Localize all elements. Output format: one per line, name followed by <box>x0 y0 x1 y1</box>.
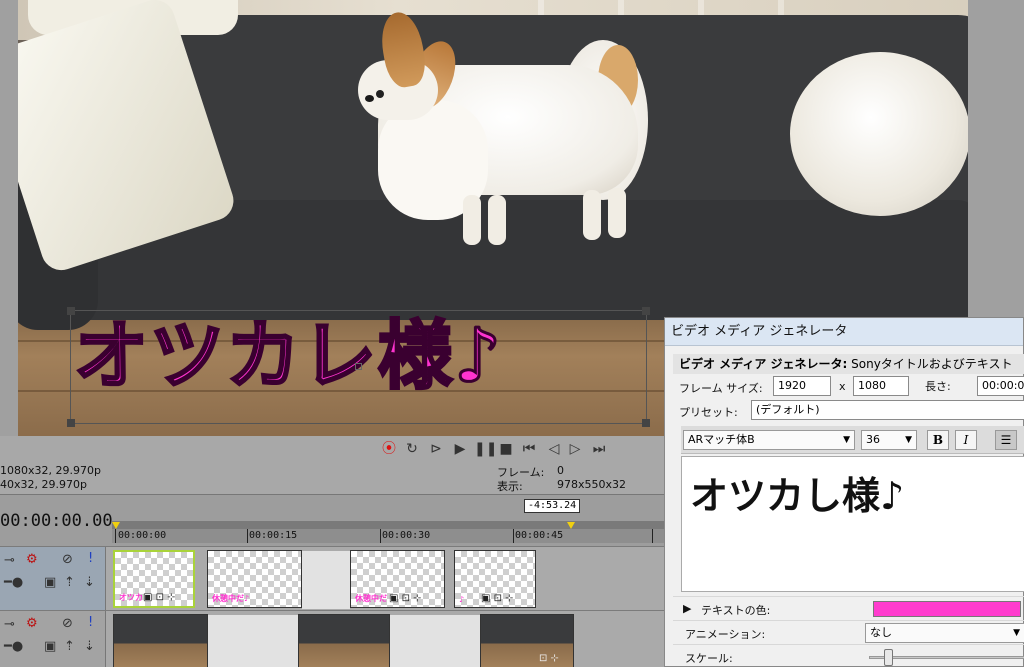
preview-format: 40x32, 29.970p <box>0 478 87 491</box>
solo-icon[interactable]: ! <box>88 615 93 630</box>
video-clip[interactable] <box>298 614 390 667</box>
parent-icon[interactable]: ⇡ <box>64 575 75 590</box>
text-selection-box[interactable] <box>67 307 650 427</box>
preview-info: 1080x32, 29.970p 40x32, 29.970p フレーム: 0 … <box>0 462 664 494</box>
text-format-toolbar: ARマッチ体B ▼ 36 ▼ B I ☰ <box>681 426 1024 454</box>
text-editor[interactable]: オツカし様♪ <box>681 456 1024 592</box>
video-track-1: ⊸ ⚙ ⊘ ! ━● ▣ ⇡ ⇣ オツカ ▣ ⊡ ⊹ 休憩中だ♪ 休憩中だ ▣ … <box>0 546 664 610</box>
clip-label: ♪ <box>459 595 465 604</box>
clip-fx-icons[interactable]: ▣ ⊡ ⊹ <box>481 593 514 604</box>
animation-row[interactable]: アニメーション: なし ▼ <box>673 620 1024 644</box>
preset-dropdown[interactable]: (デフォルト) <box>751 400 1024 420</box>
italic-button[interactable]: I <box>955 430 977 450</box>
stop-button[interactable]: ■ <box>497 440 515 458</box>
clip-label: 休憩中だ <box>355 594 387 603</box>
dialog-title: ビデオ メディア ジェネレータ <box>665 318 1023 346</box>
child-icon[interactable]: ⇣ <box>84 639 95 654</box>
play-from-start-button[interactable]: ⊳ <box>427 440 445 458</box>
text-clip[interactable]: 休憩中だ♪ <box>207 550 302 608</box>
level-slider-icon[interactable]: ━● <box>4 639 23 654</box>
scale-slider-thumb[interactable] <box>884 649 893 666</box>
pillow-round <box>790 52 968 216</box>
video-track-2: ⊸ ⚙ ⊘ ! ━● ▣ ⇡ ⇣ ⊡ ⊹ <box>0 610 664 667</box>
composite-icon[interactable]: ⊸ <box>4 617 15 632</box>
previous-frame-button[interactable]: ◁ <box>545 440 563 458</box>
mute-icon[interactable]: ⊘ <box>62 616 73 631</box>
preset-label: プリセット: <box>679 406 738 419</box>
media-generator-dialog: ビデオ メディア ジェネレータ ビデオ メディア ジェネレータ: Sonyタイト… <box>664 317 1024 667</box>
track-header: ⊸ ⚙ ⊘ ! ━● ▣ ⇡ ⇣ <box>0 611 106 667</box>
text-clip[interactable]: オツカ ▣ ⊡ ⊹ <box>113 550 195 608</box>
mute-icon[interactable]: ⊘ <box>62 552 73 567</box>
editor-text[interactable]: オツカし様♪ <box>690 465 904 520</box>
align-left-button[interactable]: ☰ <box>995 430 1017 450</box>
record-button[interactable]: ⦿ <box>380 440 398 458</box>
play-button[interactable]: ▶ <box>451 440 469 458</box>
ruler-label: 00:00:15 <box>249 530 298 541</box>
track-header: ⊸ ⚙ ⊘ ! ━● ▣ ⇡ ⇣ <box>0 547 106 610</box>
text-color-label: テキストの色: <box>701 604 771 617</box>
loop-end-marker[interactable] <box>567 522 575 529</box>
video-clip[interactable]: ⊡ ⊹ <box>480 614 574 667</box>
timecode-display[interactable]: 00:00:00.00 <box>0 511 113 531</box>
text-clip[interactable]: ♪ ▣ ⊡ ⊹ <box>454 550 536 608</box>
timeline-header: 00:00:00.00 -4:53.24 00:00:00 00:00:15 0… <box>0 494 664 546</box>
clip-fx-icons[interactable]: ▣ ⊡ ⊹ <box>389 593 422 604</box>
chevron-down-icon: ▼ <box>843 435 850 445</box>
clip-label: 休憩中だ♪ <box>212 594 250 603</box>
display-value: 978x550x32 <box>557 478 627 491</box>
vegas-editor-window: オツカレ様♪ ⦿ ↻ ⊳ ▶ ❚❚ ■ ⏮ ◁ ▷ ⏭ 1080x32, 29.… <box>0 0 1024 667</box>
level-slider-icon[interactable]: ━● <box>4 575 23 590</box>
size-separator: x <box>839 380 846 393</box>
fx-gear-icon[interactable]: ⚙ <box>26 616 38 631</box>
track-motion-icon[interactable]: ▣ <box>44 639 56 654</box>
scale-label: スケール: <box>685 652 733 665</box>
font-name-dropdown[interactable]: ARマッチ体B ▼ <box>683 430 855 450</box>
fx-gear-icon[interactable]: ⚙ <box>26 552 38 567</box>
expand-arrow-icon[interactable]: ▶ <box>683 602 691 615</box>
loop-start-marker[interactable] <box>112 522 120 529</box>
font-size-dropdown[interactable]: 36 ▼ <box>861 430 917 450</box>
length-field[interactable]: 00:00:05 <box>977 376 1024 396</box>
ruler-label: 00:00:30 <box>382 530 431 541</box>
parent-icon[interactable]: ⇡ <box>64 639 75 654</box>
text-clip[interactable]: 休憩中だ ▣ ⊡ ⊹ <box>350 550 445 608</box>
video-clip[interactable] <box>113 614 208 667</box>
loop-button[interactable]: ↻ <box>403 440 421 458</box>
end-time-box[interactable]: -4:53.24 <box>524 499 581 513</box>
clip-label: オツカ <box>119 593 143 602</box>
bold-button[interactable]: B <box>927 430 949 450</box>
animation-label: アニメーション: <box>685 628 766 641</box>
project-format: 1080x32, 29.970p <box>0 464 101 477</box>
animation-dropdown[interactable]: なし ▼ <box>865 623 1024 643</box>
frame-value: 0 <box>557 464 564 477</box>
text-color-row[interactable]: ▶ テキストの色: <box>673 596 1024 620</box>
length-label: 長さ: <box>925 380 951 393</box>
go-to-start-button[interactable]: ⏮ <box>520 440 538 458</box>
transport-bar: ⦿ ↻ ⊳ ▶ ❚❚ ■ ⏮ ◁ ▷ ⏭ <box>0 436 664 462</box>
solo-icon[interactable]: ! <box>88 551 93 566</box>
go-to-end-button[interactable]: ⏭ <box>590 440 608 458</box>
chevron-down-icon: ▼ <box>905 435 912 445</box>
frame-height-field[interactable]: 1080 <box>853 376 909 396</box>
time-ruler[interactable]: 00:00:00 00:00:15 00:00:30 00:00:45 <box>112 521 664 543</box>
pause-button[interactable]: ❚❚ <box>474 440 497 458</box>
frame-size-label: フレーム サイズ: <box>679 382 763 395</box>
text-color-swatch[interactable] <box>873 601 1021 617</box>
frame-width-field[interactable]: 1920 <box>773 376 831 396</box>
chevron-down-icon: ▼ <box>1013 628 1020 638</box>
clip-fx-icons[interactable]: ⊡ ⊹ <box>539 653 559 664</box>
ruler-label: 00:00:00 <box>118 530 167 541</box>
ruler-label: 00:00:45 <box>515 530 564 541</box>
display-label: 表示: <box>497 480 523 493</box>
scale-row[interactable]: スケール: <box>673 644 1024 667</box>
next-frame-button[interactable]: ▷ <box>566 440 584 458</box>
track-motion-icon[interactable]: ▣ <box>44 575 56 590</box>
clip-fx-icons[interactable]: ▣ ⊡ ⊹ <box>143 592 176 603</box>
child-icon[interactable]: ⇣ <box>84 575 95 590</box>
generator-name: ビデオ メディア ジェネレータ: Sonyタイトルおよびテキスト <box>673 354 1024 374</box>
composite-icon[interactable]: ⊸ <box>4 553 15 568</box>
